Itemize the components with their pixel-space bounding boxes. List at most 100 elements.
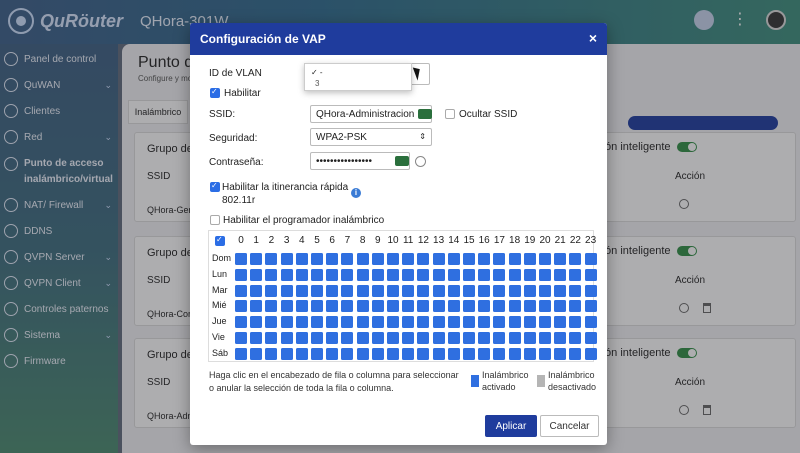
schedule-cell[interactable]	[508, 347, 521, 360]
schedule-cell[interactable]	[417, 268, 430, 281]
schedule-cell[interactable]	[447, 316, 460, 329]
hour-header[interactable]: 11	[401, 235, 415, 246]
schedule-cell[interactable]	[478, 316, 491, 329]
schedule-cell[interactable]	[265, 316, 278, 329]
schedule-cell[interactable]	[326, 253, 339, 265]
schedule-cell[interactable]	[356, 332, 369, 344]
schedule-cell[interactable]	[311, 253, 323, 265]
schedule-cell[interactable]	[235, 347, 247, 360]
schedule-cell[interactable]	[341, 268, 354, 281]
schedule-cell[interactable]	[280, 347, 293, 360]
day-header[interactable]: Jue	[212, 316, 227, 326]
hour-header[interactable]: 9	[371, 235, 385, 246]
schedule-cell[interactable]	[554, 284, 567, 297]
schedule-cell[interactable]	[554, 316, 567, 329]
close-icon[interactable]: ×	[589, 30, 597, 46]
schedule-cell[interactable]	[463, 284, 475, 297]
schedule-cell[interactable]	[523, 316, 536, 329]
schedule-cell[interactable]	[280, 284, 293, 297]
schedule-cell[interactable]	[341, 332, 354, 344]
select-all-checkbox[interactable]	[215, 235, 225, 246]
schedule-cell[interactable]	[311, 332, 323, 344]
schedule-cell[interactable]	[341, 316, 354, 329]
hour-header[interactable]: 10	[386, 235, 400, 246]
schedule-cell[interactable]	[569, 316, 582, 329]
enable-checkbox[interactable]	[210, 87, 220, 98]
day-header[interactable]: Dom	[212, 253, 231, 263]
schedule-cell[interactable]	[584, 268, 597, 281]
schedule-cell[interactable]	[432, 316, 445, 329]
schedule-cell[interactable]	[432, 300, 445, 313]
schedule-cell[interactable]	[584, 347, 597, 360]
hour-header[interactable]: 18	[508, 235, 522, 246]
schedule-cell[interactable]	[554, 300, 567, 313]
schedule-cell[interactable]	[463, 332, 475, 344]
schedule-cell[interactable]	[554, 253, 567, 265]
schedule-cell[interactable]	[478, 284, 491, 297]
schedule-cell[interactable]	[387, 316, 399, 329]
schedule-cell[interactable]	[402, 284, 415, 297]
hour-header[interactable]: 17	[492, 235, 506, 246]
schedule-cell[interactable]	[250, 332, 263, 344]
day-header[interactable]: Mar	[212, 285, 228, 295]
schedule-cell[interactable]	[265, 347, 278, 360]
hour-header[interactable]: 14	[447, 235, 461, 246]
schedule-cell[interactable]	[326, 300, 339, 313]
schedule-cell[interactable]	[417, 316, 430, 329]
schedule-cell[interactable]	[235, 253, 247, 265]
schedule-cell[interactable]	[341, 284, 354, 297]
schedule-cell[interactable]	[250, 316, 263, 329]
schedule-cell[interactable]	[584, 300, 597, 313]
schedule-cell[interactable]	[417, 284, 430, 297]
password-manager-icon[interactable]	[395, 156, 409, 166]
schedule-cell[interactable]	[432, 253, 445, 265]
schedule-cell[interactable]	[432, 332, 445, 344]
schedule-cell[interactable]	[265, 268, 278, 281]
schedule-cell[interactable]	[508, 316, 521, 329]
hour-header[interactable]: 2	[264, 235, 278, 246]
schedule-cell[interactable]	[371, 284, 384, 297]
schedule-cell[interactable]	[371, 253, 384, 265]
schedule-cell[interactable]	[478, 253, 491, 265]
schedule-cell[interactable]	[295, 284, 308, 297]
schedule-cell[interactable]	[326, 284, 339, 297]
day-header[interactable]: Lun	[212, 269, 227, 279]
schedule-cell[interactable]	[584, 316, 597, 329]
hour-header[interactable]: 3	[280, 235, 294, 246]
schedule-cell[interactable]	[463, 253, 475, 265]
schedule-cell[interactable]	[387, 347, 399, 360]
schedule-cell[interactable]	[493, 253, 506, 265]
schedule-cell[interactable]	[523, 268, 536, 281]
schedule-cell[interactable]	[539, 300, 551, 313]
hour-header[interactable]: 22	[568, 235, 582, 246]
schedule-cell[interactable]	[295, 316, 308, 329]
schedule-cell[interactable]	[478, 347, 491, 360]
schedule-cell[interactable]	[417, 300, 430, 313]
schedule-cell[interactable]	[539, 332, 551, 344]
schedule-cell[interactable]	[463, 300, 475, 313]
hour-header[interactable]: 20	[538, 235, 552, 246]
schedule-cell[interactable]	[250, 253, 263, 265]
schedule-cell[interactable]	[371, 268, 384, 281]
schedule-cell[interactable]	[402, 332, 415, 344]
schedule-cell[interactable]	[508, 284, 521, 297]
schedule-cell[interactable]	[478, 300, 491, 313]
hour-header[interactable]: 8	[356, 235, 370, 246]
schedule-cell[interactable]	[417, 347, 430, 360]
schedule-cell[interactable]	[569, 347, 582, 360]
schedule-cell[interactable]	[569, 253, 582, 265]
info-icon[interactable]: i	[351, 188, 361, 198]
schedule-cell[interactable]	[326, 268, 339, 281]
schedule-cell[interactable]	[311, 316, 323, 329]
schedule-cell[interactable]	[493, 284, 506, 297]
schedule-cell[interactable]	[235, 300, 247, 313]
schedule-cell[interactable]	[235, 332, 247, 344]
vlan-option-3[interactable]: 3	[315, 79, 319, 88]
schedule-cell[interactable]	[280, 300, 293, 313]
schedule-cell[interactable]	[311, 268, 323, 281]
schedule-cell[interactable]	[508, 300, 521, 313]
hour-header[interactable]: 13	[432, 235, 446, 246]
hour-header[interactable]: 12	[416, 235, 430, 246]
schedule-cell[interactable]	[447, 253, 460, 265]
schedule-cell[interactable]	[387, 284, 399, 297]
